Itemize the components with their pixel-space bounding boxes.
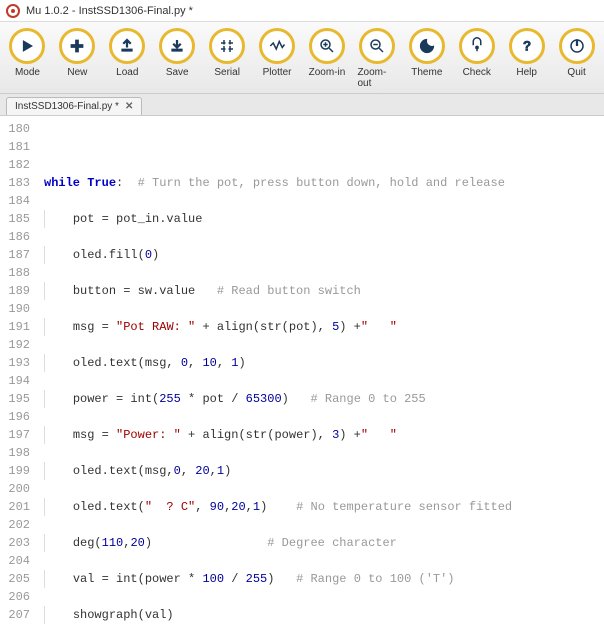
window-title: Mu 1.0.2 - InstSSD1306-Final.py * <box>26 5 193 17</box>
load-icon <box>109 28 145 64</box>
theme-button[interactable]: Theme <box>407 28 446 89</box>
serial-icon <box>209 28 245 64</box>
save-icon <box>159 28 195 64</box>
mode-button[interactable]: Mode <box>8 28 47 89</box>
editor[interactable]: 1801811821831841851861871881891901911921… <box>0 116 604 632</box>
tab-label: InstSSD1306-Final.py * <box>15 101 119 112</box>
help-button[interactable]: ?Help <box>507 28 546 89</box>
save-button[interactable]: Save <box>158 28 197 89</box>
zoomout-button[interactable]: Zoom-out <box>357 28 396 89</box>
zoomout-icon <box>359 28 395 64</box>
quit-button[interactable]: Quit <box>557 28 596 89</box>
plus-icon <box>59 28 95 64</box>
close-icon[interactable]: ✕ <box>125 101 133 112</box>
app-icon <box>6 4 20 18</box>
check-button[interactable]: Check <box>457 28 496 89</box>
new-button[interactable]: New <box>58 28 97 89</box>
mode-icon <box>9 28 45 64</box>
load-button[interactable]: Load <box>108 28 147 89</box>
help-icon: ? <box>509 28 545 64</box>
svg-text:?: ? <box>523 39 531 54</box>
toolbar: Mode New Load Save Serial Plotter Zoom-i… <box>0 22 604 94</box>
theme-icon <box>409 28 445 64</box>
code-area[interactable]: while True: # Turn the pot, press button… <box>38 116 604 632</box>
quit-icon <box>559 28 595 64</box>
line-number-gutter: 1801811821831841851861871881891901911921… <box>0 116 38 632</box>
titlebar: Mu 1.0.2 - InstSSD1306-Final.py * <box>0 0 604 22</box>
check-icon <box>459 28 495 64</box>
tab-bar: InstSSD1306-Final.py * ✕ <box>0 94 604 116</box>
zoomin-button[interactable]: Zoom-in <box>308 28 347 89</box>
plotter-button[interactable]: Plotter <box>258 28 297 89</box>
plotter-icon <box>259 28 295 64</box>
zoomin-icon <box>309 28 345 64</box>
tab-file[interactable]: InstSSD1306-Final.py * ✕ <box>6 97 142 115</box>
serial-button[interactable]: Serial <box>208 28 247 89</box>
